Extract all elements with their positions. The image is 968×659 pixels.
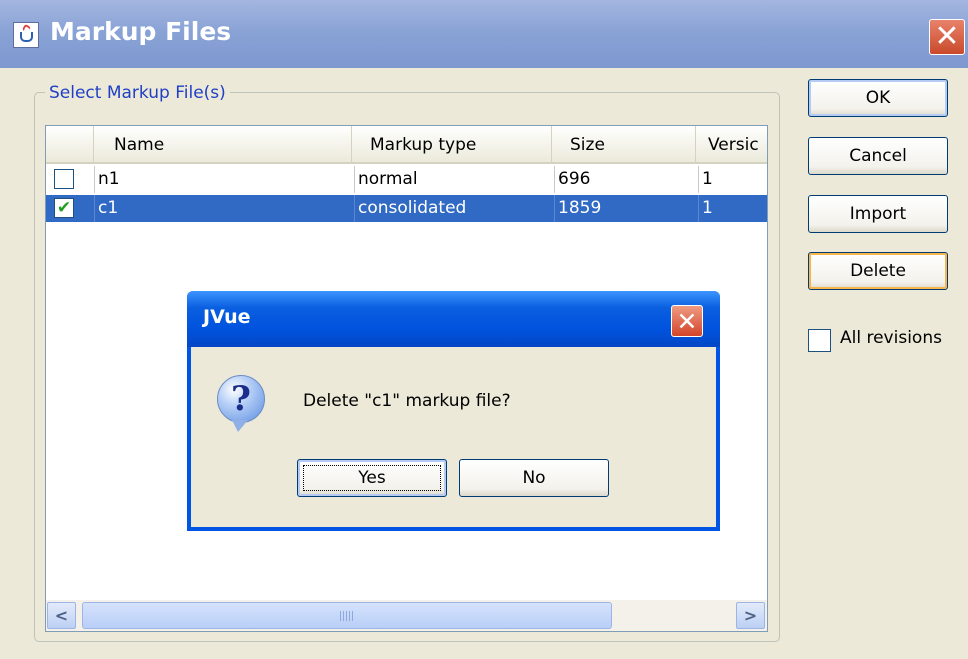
delete-button[interactable]: Delete xyxy=(808,252,948,290)
question-mark-glyph: ? xyxy=(231,379,251,419)
dialog-message: Delete "c1" markup file? xyxy=(303,391,511,411)
scroll-right-button[interactable]: > xyxy=(736,602,765,629)
java-cup-icon xyxy=(13,22,39,48)
delete-confirm-dialog: JVue ✕ ? Delete "c1" markup file? Yes No xyxy=(187,291,720,531)
row-checkbox[interactable] xyxy=(54,169,74,189)
no-button[interactable]: No xyxy=(459,459,609,497)
column-header-name[interactable]: Name xyxy=(94,126,352,164)
cell-version: 1 xyxy=(698,195,767,222)
cancel-button[interactable]: Cancel xyxy=(808,137,948,175)
chevron-left-icon: < xyxy=(54,606,69,625)
grip-icon xyxy=(340,610,354,621)
all-revisions-checkbox[interactable] xyxy=(808,329,831,352)
dialog-title: JVue xyxy=(203,306,251,328)
window-close-button[interactable]: ✕ xyxy=(929,19,965,55)
checkmark-icon: ✔ xyxy=(56,197,72,218)
table-header: Name Markup type Size Versic xyxy=(46,126,767,164)
window-titlebar[interactable]: Markup Files ✕ xyxy=(0,0,968,68)
cell-version: 1 xyxy=(698,166,767,193)
cell-size: 696 xyxy=(554,166,696,193)
scroll-left-button[interactable]: < xyxy=(47,602,76,629)
cell-size: 1859 xyxy=(554,195,696,222)
column-header-markup-type[interactable]: Markup type xyxy=(352,126,552,164)
table-row-selected[interactable]: ✔ c1 consolidated 1859 1 xyxy=(46,195,767,222)
cell-name: n1 xyxy=(94,166,352,193)
cell-name: c1 xyxy=(94,195,352,222)
dialog-close-button[interactable]: ✕ xyxy=(671,305,703,337)
row-checkbox-checked[interactable]: ✔ xyxy=(54,198,74,218)
yes-button[interactable]: Yes xyxy=(297,459,447,497)
column-header-size[interactable]: Size xyxy=(552,126,696,164)
all-revisions-label: All revisions xyxy=(840,328,942,348)
groupbox-legend: Select Markup File(s) xyxy=(45,83,230,103)
import-button[interactable]: Import xyxy=(808,195,948,233)
dialog-body: ? Delete "c1" markup file? Yes No xyxy=(191,347,716,527)
close-icon: ✕ xyxy=(676,306,698,336)
table-row[interactable]: n1 normal 696 1 xyxy=(46,166,767,193)
chevron-right-icon: > xyxy=(743,606,758,625)
dialog-titlebar[interactable]: JVue ✕ xyxy=(187,291,720,347)
column-header-check[interactable] xyxy=(46,126,94,164)
horizontal-scrollbar[interactable]: < > xyxy=(46,600,767,631)
cell-markup-type: consolidated xyxy=(354,195,552,222)
column-header-version[interactable]: Versic xyxy=(696,126,767,164)
scroll-thumb[interactable] xyxy=(82,602,612,629)
cell-markup-type: normal xyxy=(354,166,552,193)
ok-button[interactable]: OK xyxy=(808,79,948,117)
question-icon: ? xyxy=(217,375,265,432)
window-title: Markup Files xyxy=(50,17,232,46)
close-icon: ✕ xyxy=(934,19,960,54)
